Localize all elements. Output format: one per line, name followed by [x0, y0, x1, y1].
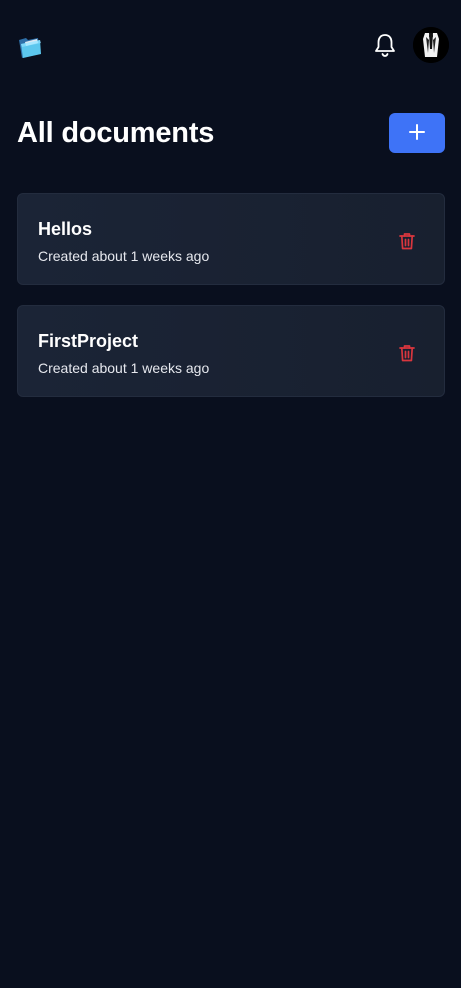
bell-icon[interactable]: [371, 31, 399, 59]
add-document-button[interactable]: [389, 113, 445, 153]
document-name: Hellos: [38, 219, 93, 239]
avatar[interactable]: [413, 27, 449, 63]
document-list: Hellos Created about 1 weeks ago FirstPr…: [17, 193, 445, 417]
app-header: [0, 0, 461, 90]
document-created-date: Created about 1 weeks ago: [38, 248, 210, 264]
title-row: All documents: [17, 113, 445, 153]
document-card[interactable]: Hellos Created about 1 weeks ago: [17, 193, 445, 285]
folder-logo-icon[interactable]: [16, 30, 44, 60]
trash-icon[interactable]: [398, 231, 416, 251]
plus-icon: [409, 123, 425, 143]
document-card[interactable]: FirstProject Created about 1 weeks ago: [17, 305, 445, 397]
page-title: All documents: [17, 117, 215, 149]
trash-icon[interactable]: [398, 343, 416, 363]
document-name: FirstProject: [38, 331, 139, 351]
document-created-date: Created about 1 weeks ago: [38, 360, 210, 376]
